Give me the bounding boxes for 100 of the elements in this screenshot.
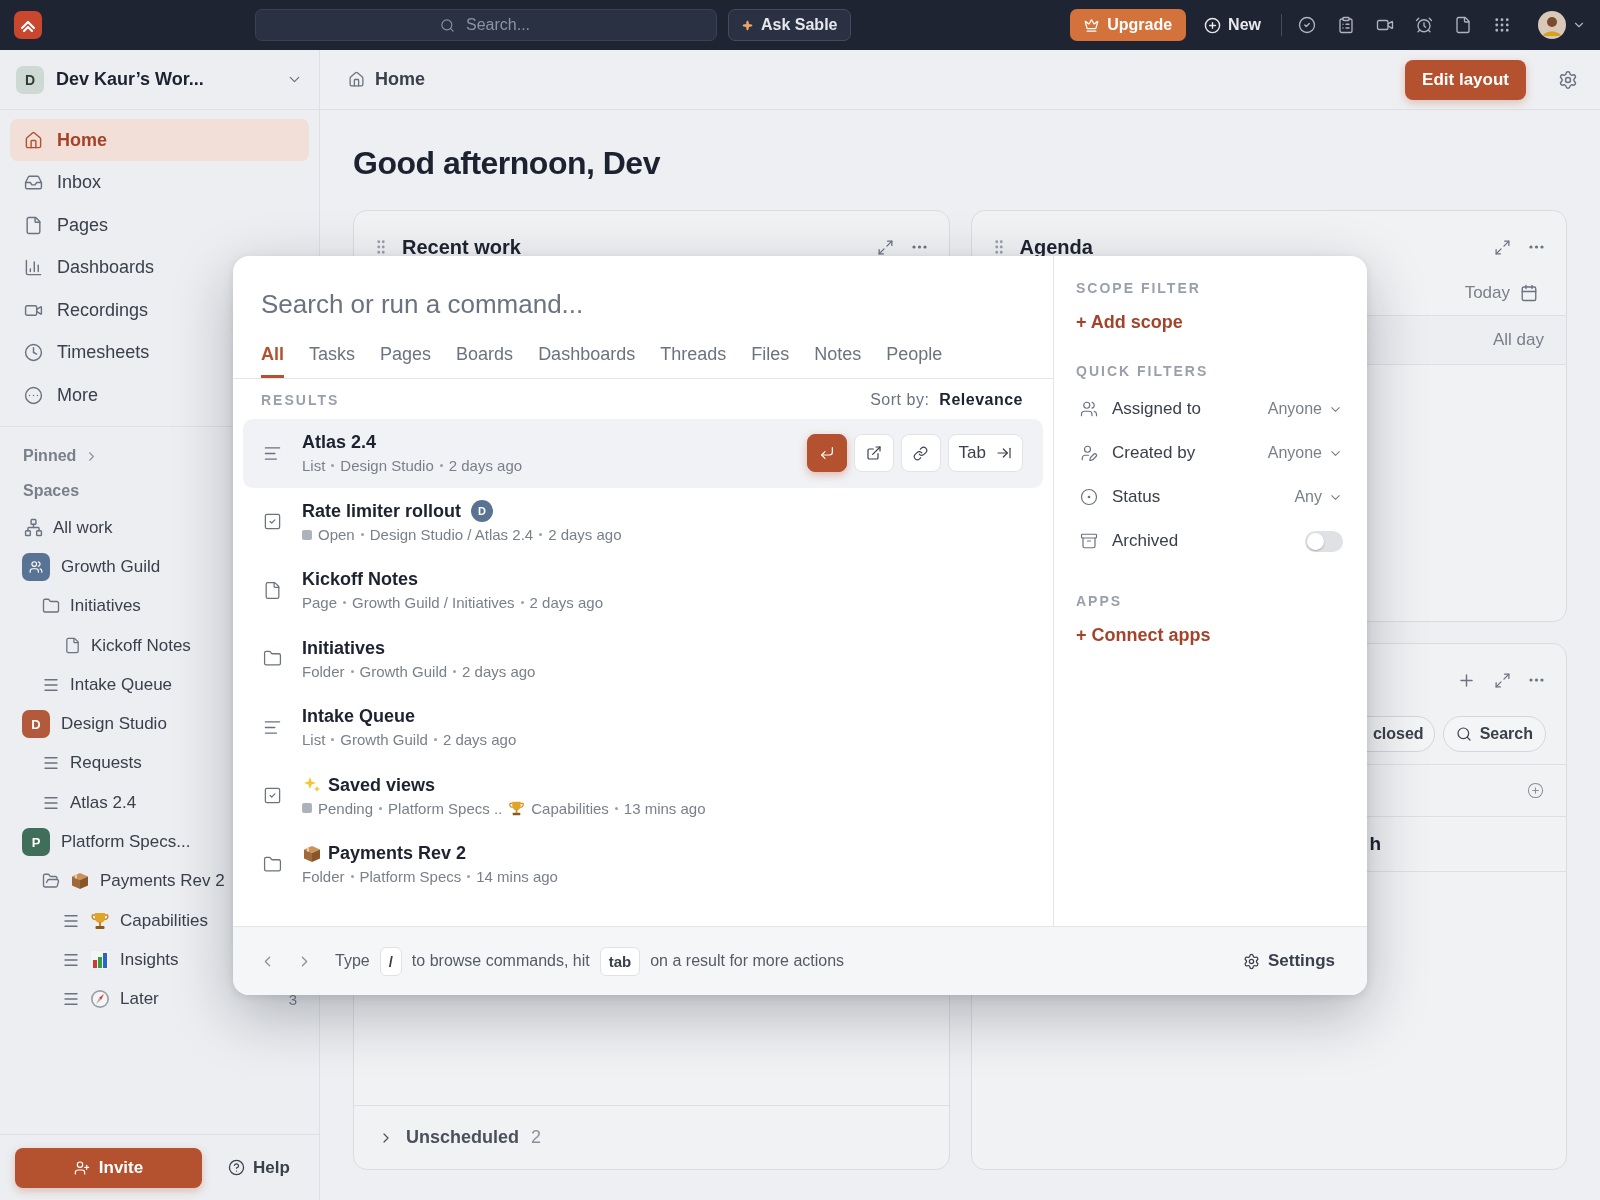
filter-tab[interactable]: Pages <box>380 336 432 378</box>
result-meta: Capabilities <box>531 799 609 817</box>
hint-text: on a result for more actions <box>650 952 845 970</box>
home-icon <box>24 130 43 150</box>
section-heading: QUICK FILTERS <box>1076 363 1210 379</box>
folder-icon <box>263 854 282 874</box>
sidebar-item[interactable]: Design Studio <box>61 714 167 735</box>
open-new-tab-button[interactable] <box>853 434 894 473</box>
result-meta: Platform Specs <box>359 868 462 886</box>
expand-icon <box>1494 238 1511 256</box>
expand-button[interactable] <box>1494 671 1511 689</box>
nav-item[interactable]: Pages <box>10 204 309 246</box>
tab-actions-button[interactable]: Tab <box>947 434 1023 473</box>
sidebar-item[interactable]: Capabilities <box>120 910 208 931</box>
sidebar-item[interactable]: Insights <box>120 949 179 970</box>
folder-icon <box>42 872 60 891</box>
filter-select[interactable]: Any <box>1294 488 1343 506</box>
home-icon <box>348 71 365 88</box>
filter-tab[interactable]: Notes <box>814 336 862 378</box>
group-label[interactable]: Unscheduled <box>406 1127 520 1148</box>
sort-label: Sort by: <box>870 391 930 409</box>
assistant-button[interactable]: Ask Sable <box>728 9 852 41</box>
chart-icon <box>24 258 43 277</box>
search-icon <box>1455 726 1472 742</box>
alarm-icon <box>1415 16 1433 34</box>
more-button[interactable] <box>911 245 927 249</box>
page-icon <box>1454 16 1472 34</box>
more-button[interactable] <box>1529 678 1544 682</box>
filter-tab[interactable]: Threads <box>660 336 727 378</box>
page-button[interactable] <box>1454 16 1472 34</box>
app-logo[interactable] <box>14 11 42 39</box>
expand-button[interactable] <box>1494 238 1511 256</box>
add-person-icon <box>73 1159 90 1176</box>
sidebar-item[interactable]: All work <box>53 517 113 538</box>
settings-button[interactable]: Settings <box>1242 951 1335 971</box>
expand-icon <box>1494 671 1511 689</box>
search-field[interactable]: Search... <box>255 9 717 41</box>
clipboard-icon <box>1337 16 1355 34</box>
filter-select[interactable]: Anyone <box>1267 444 1343 462</box>
filter-tab[interactable]: Tasks <box>309 336 356 378</box>
result-row[interactable]: Intake Queue List Growth Guild 2 days ago <box>243 693 1043 762</box>
alarm-button[interactable] <box>1415 16 1433 34</box>
person-edit-icon <box>1080 444 1098 462</box>
apps-button[interactable] <box>1493 16 1511 34</box>
nav-item[interactable]: Home <box>10 119 309 161</box>
search-button[interactable]: Search <box>1442 716 1546 752</box>
filter-tab[interactable]: Dashboards <box>538 336 636 378</box>
sort-select[interactable]: Relevance <box>939 391 1023 409</box>
more-button[interactable] <box>1529 245 1544 249</box>
check-button[interactable] <box>1298 16 1316 34</box>
settings-button[interactable] <box>1558 69 1578 90</box>
section-heading: RESULTS <box>261 392 340 408</box>
sidebar-item[interactable]: Platform Specs... <box>61 832 191 852</box>
settings-icon <box>1558 69 1578 90</box>
result-row[interactable]: Initiatives Folder Growth Guild 2 days ago <box>243 624 1043 693</box>
filter-select[interactable]: Anyone <box>1267 400 1343 418</box>
edit-layout-button[interactable]: Edit layout <box>1405 59 1526 100</box>
sidebar-item[interactable]: Intake Queue <box>70 674 173 695</box>
sidebar-item[interactable]: Atlas 2.4 <box>70 792 137 813</box>
group-count: 2 <box>531 1127 542 1148</box>
sidebar-item[interactable]: Requests <box>70 753 142 774</box>
copy-link-button[interactable] <box>900 434 941 473</box>
workspace-name[interactable]: Dev Kaur’s Wor... <box>56 69 274 90</box>
sidebar-item[interactable]: Payments Rev 2 <box>100 871 225 892</box>
result-meta: Growth Guild <box>340 731 428 749</box>
help-icon <box>228 1159 245 1176</box>
connect-apps-link[interactable]: + Connect apps <box>1076 625 1211 646</box>
open-button[interactable] <box>806 434 847 473</box>
result-meta: Design Studio / Atlas 2.4 <box>369 526 534 544</box>
result-row[interactable]: Rate limiter rollout D Open Design Studio / Atlas 2.4 2 days ago <box>243 487 1043 556</box>
sidebar-item[interactable]: Initiatives <box>70 596 141 617</box>
breadcrumb[interactable]: Home <box>375 69 425 90</box>
expand-button[interactable] <box>876 238 894 256</box>
toggle-switch[interactable] <box>1305 530 1343 552</box>
result-row[interactable]: Kickoff Notes Page Growth Guild / Initiatives 2 days ago <box>243 556 1043 625</box>
people-icon <box>1080 400 1098 418</box>
people-icon <box>29 559 43 574</box>
filter-tab[interactable]: People <box>886 336 943 378</box>
sidebar-item[interactable]: Later <box>120 989 159 1010</box>
inbox-icon <box>24 173 43 192</box>
filter-tab[interactable]: Files <box>751 336 790 378</box>
result-title: Saved views <box>328 774 436 796</box>
result-title: Initiatives <box>302 637 386 659</box>
clipboard-button[interactable] <box>1337 16 1355 34</box>
nav-item[interactable]: Inbox <box>10 161 309 204</box>
page-icon <box>64 637 81 655</box>
result-meta: 13 mins ago <box>623 799 706 817</box>
sidebar-item[interactable]: Growth Guild <box>61 556 161 577</box>
filter-tab[interactable]: Boards <box>456 336 514 378</box>
filter-tab[interactable]: All <box>261 336 284 378</box>
sidebar-item[interactable]: Kickoff Notes <box>91 635 191 656</box>
date-button[interactable]: Today <box>1464 283 1510 303</box>
invite-button[interactable]: Invite <box>15 1147 202 1188</box>
help-link[interactable]: Help <box>228 1157 290 1178</box>
new-button[interactable]: New <box>1204 16 1261 34</box>
result-meta: List <box>302 457 326 475</box>
result-row[interactable]: Atlas 2.4 List Design Studio 2 days ago Tab <box>243 419 1043 488</box>
package-icon <box>70 871 90 892</box>
add-scope-link[interactable]: + Add scope <box>1076 312 1183 333</box>
result-meta: 2 days ago <box>462 662 536 680</box>
